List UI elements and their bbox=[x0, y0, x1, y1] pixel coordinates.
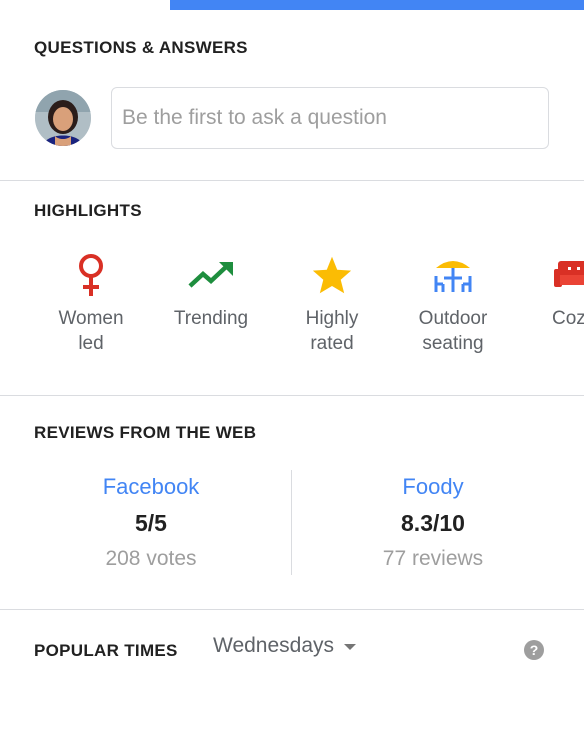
review-count: 77 reviews bbox=[382, 547, 484, 570]
highlight-cozy[interactable]: Coz bbox=[519, 250, 584, 331]
highlight-label: Women bbox=[58, 308, 124, 329]
highlight-label: rated bbox=[310, 333, 354, 354]
trending-up-icon bbox=[156, 250, 266, 300]
highlight-highly-rated[interactable]: Highly rated bbox=[277, 250, 387, 356]
reviews-section-title: REVIEWS FROM THE WEB bbox=[34, 423, 257, 442]
qa-section-title: QUESTIONS & ANSWERS bbox=[34, 38, 248, 57]
review-score: 8.3/10 bbox=[401, 510, 465, 536]
day-dropdown-value: Wednesdays bbox=[213, 634, 335, 657]
active-tab-indicator[interactable] bbox=[0, 0, 170, 10]
review-source-foody[interactable]: Foody 8.3/10 77 reviews bbox=[288, 472, 578, 574]
highlight-women-led[interactable]: Women led bbox=[36, 250, 146, 356]
caret-down-icon bbox=[344, 644, 357, 650]
review-count: 208 votes bbox=[105, 547, 197, 570]
review-source-facebook[interactable]: Facebook 5/5 208 votes bbox=[6, 472, 296, 574]
highlight-trending[interactable]: Trending bbox=[156, 250, 266, 331]
highlight-label: Outdoor bbox=[418, 308, 488, 329]
sofa-icon bbox=[519, 250, 584, 300]
star-icon bbox=[277, 250, 387, 300]
highlight-label: led bbox=[78, 333, 104, 354]
user-avatar bbox=[35, 90, 91, 146]
highlight-label: Coz bbox=[552, 308, 584, 329]
tab-bar bbox=[0, 0, 584, 10]
section-divider bbox=[0, 395, 584, 396]
day-dropdown[interactable]: Wednesdays bbox=[213, 634, 357, 658]
section-divider bbox=[0, 180, 584, 181]
outdoor-seating-icon bbox=[398, 250, 508, 300]
review-source-name[interactable]: Foody bbox=[288, 472, 578, 502]
review-score: 5/5 bbox=[135, 510, 167, 536]
review-source-name[interactable]: Facebook bbox=[6, 472, 296, 502]
highlight-label: Highly bbox=[305, 308, 359, 329]
female-symbol-icon bbox=[36, 250, 146, 300]
popular-times-title: POPULAR TIMES bbox=[34, 641, 178, 660]
highlight-outdoor-seating[interactable]: Outdoor seating bbox=[398, 250, 508, 356]
ask-question-input[interactable] bbox=[111, 87, 549, 149]
help-icon[interactable]: ? bbox=[524, 640, 544, 660]
section-divider bbox=[0, 609, 584, 610]
highlight-label: seating bbox=[422, 333, 484, 354]
highlights-section-title: HIGHLIGHTS bbox=[34, 201, 142, 220]
highlight-label: Trending bbox=[173, 308, 249, 329]
